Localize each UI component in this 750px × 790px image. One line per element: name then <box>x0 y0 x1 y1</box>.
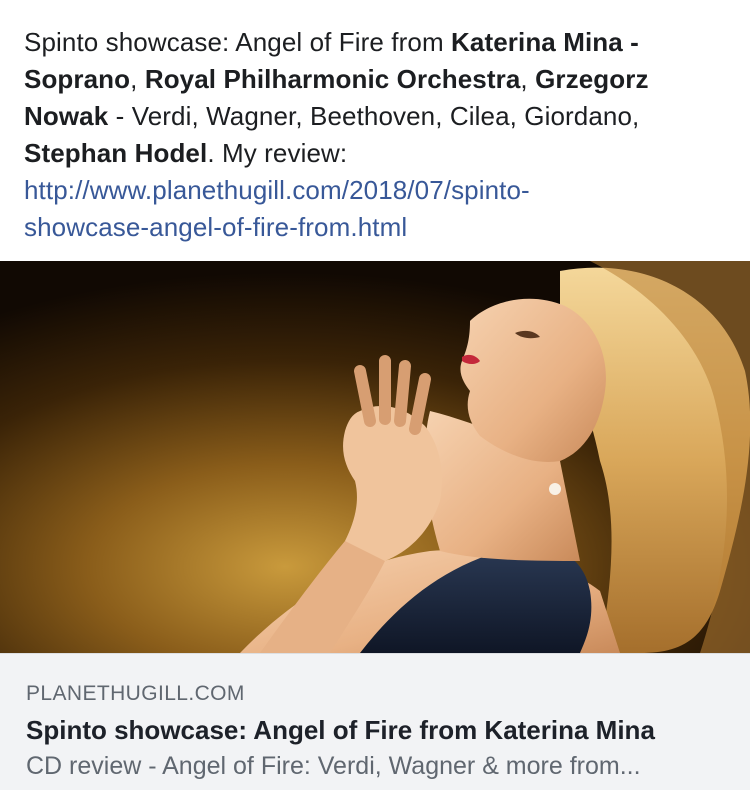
link-preview-image[interactable] <box>0 261 750 653</box>
post-text: Spinto showcase: Angel of Fire from Kate… <box>24 24 730 246</box>
soprano-portrait-image <box>0 261 750 653</box>
post-text-segment: . My review: <box>207 138 348 168</box>
post-text-segment: , <box>520 64 536 94</box>
post-text-segment: - Verdi, Wagner, Beethoven, Cilea, Giord… <box>108 101 640 131</box>
post-text-segment: , <box>130 64 145 94</box>
link-title[interactable]: Spinto showcase: Angel of Fire from Kate… <box>26 715 655 746</box>
link-domain: PLANETHUGILL.COM <box>26 682 245 705</box>
review-url-line-2: showcase-angel-of-fire-from.html <box>24 212 408 242</box>
link-description: CD review - Angel of Fire: Verdi, Wagner… <box>26 752 641 780</box>
review-url-link[interactable]: http://www.planethugill.com/2018/07/spin… <box>24 172 730 246</box>
link-preview-card[interactable]: PLANETHUGILL.COM Spinto showcase: Angel … <box>0 653 750 790</box>
photographer-name-link[interactable]: Stephan Hodel <box>24 138 207 168</box>
review-url-line-1: http://www.planethugill.com/2018/07/spin… <box>24 175 530 205</box>
orchestra-name-link[interactable]: Royal Philharmonic Orchestra <box>145 64 521 94</box>
post-text-segment: Spinto showcase: Angel of Fire from <box>24 27 452 57</box>
